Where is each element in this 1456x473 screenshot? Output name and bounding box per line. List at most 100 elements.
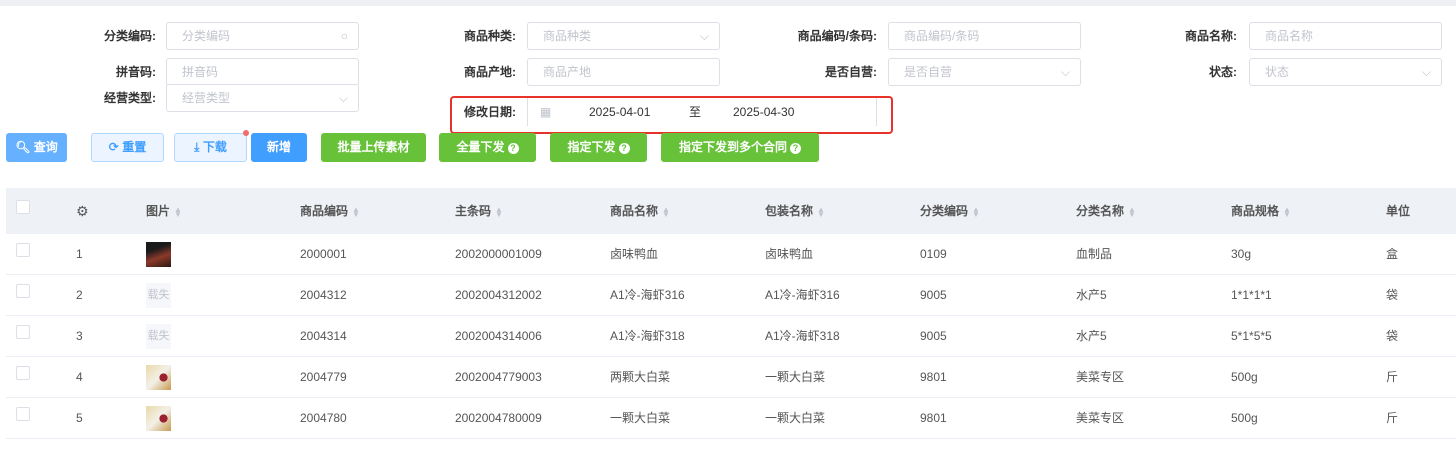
column-header[interactable]: 单位 [1386,201,1410,221]
filter-input[interactable]: 经营类型 ⌵ [166,84,359,112]
select-all-checkbox[interactable] [16,200,30,214]
filter-input[interactable]: 分类编码 ○ [166,22,359,50]
cell-name: 卤味鸭血 [610,247,659,261]
cell-spec: 1*1*1*1 [1231,288,1272,302]
filter-placeholder: 商品名称 [1265,29,1314,43]
assign-multi-label: 指定下发到多个合同 [678,140,787,154]
cell-catcode: 9005 [920,288,947,302]
row-checkbox[interactable] [16,366,30,380]
cell-catname: 美菜专区 [1076,411,1125,425]
column-title: 单位 [1386,204,1411,218]
sort-icon[interactable]: ▲ ▼ [495,205,503,218]
table-row[interactable]: 5 2004780 2002004780009 一颗大白菜 一颗大白菜 9801 美菜专区 5… [6,398,1456,439]
filter-placeholder: 分类编码 [182,29,231,43]
image-load-failed: 载失 [146,283,171,308]
table-row[interactable]: 2 载失 2004312 2002004312002 A1冷-海虾316 A1冷-海虾31… [6,275,1456,316]
column-title: 图片 [146,204,171,218]
sort-icon[interactable]: ▲ ▼ [817,205,825,218]
cell-code: 2004312 [300,288,347,302]
filter-label: 商品名称: [1185,29,1237,43]
column-header[interactable]: 商品编码 ▲ ▼ [300,201,360,221]
date-start[interactable]: 2025-04-01 [589,98,650,126]
filter-placeholder: 是否自营 [904,65,953,79]
filter-label: 商品种类: [464,29,516,43]
refresh-icon: ⟳ [108,140,119,154]
cell-spec: 500g [1231,411,1258,425]
filter-input[interactable]: 商品种类 ⌵ [527,22,720,50]
cell-name: 两颗大白菜 [610,370,671,384]
product-image[interactable] [146,406,171,431]
filter-label: 分类编码: [104,29,156,43]
product-image[interactable] [146,365,171,390]
column-header[interactable]: 包装名称 ▲ ▼ [765,201,825,221]
table-row[interactable]: 1 2000001 2002000001009 卤味鸭血 卤味鸭血 0109 血制品 30g 盒 [6,234,1456,275]
column-header[interactable]: 分类名称 ▲ ▼ [1076,201,1136,221]
column-title: 分类编码 [920,204,969,218]
filter-placeholder: 商品编码/条码 [904,29,980,43]
cell-catcode: 9801 [920,370,947,384]
sort-icon[interactable]: ▲ ▼ [1128,205,1136,218]
help-icon[interactable]: ? [618,143,630,154]
cell-catname: 水产5 [1076,329,1107,343]
date-label: 修改日期: [464,105,516,119]
query-button[interactable]: 🔍︎ 查询 [6,133,67,162]
assign-dispatch-button[interactable]: 指定下发? [550,133,647,162]
add-button[interactable]: 新增 [251,133,307,162]
sort-icon[interactable]: ▲ ▼ [1283,205,1291,218]
column-header[interactable]: 图片 ▲ ▼ [146,201,182,221]
table-header: ⚙ 图片 ▲ ▼ 商品编码 ▲ ▼ 主条码 ▲ ▼ 商品名称 ▲ ▼ 包装名称 ▲ ▼ 分类编码 ▲ ▼ 分类名称 ▲… [6,188,1456,234]
cell-barcode: 2002000001009 [455,247,542,261]
column-header[interactable]: 分类编码 ▲ ▼ [920,201,980,221]
chevron-down-icon: ⌵ [1060,65,1070,79]
filter-input[interactable]: 是否自营 ⌵ [888,58,1081,86]
filter-input[interactable]: 商品产地 [527,58,720,86]
assign-multi-contract-button[interactable]: 指定下发到多个合同? [661,133,819,162]
column-header[interactable]: 商品名称 ▲ ▼ [610,201,670,221]
chevron-down-icon: ⌵ [338,91,348,105]
filter-placeholder: 拼音码 [182,65,219,79]
cell-unit: 袋 [1386,329,1399,343]
filter-label: 商品产地: [464,65,516,79]
filter-input[interactable]: 商品编码/条码 [888,22,1081,50]
filter-placeholder: 商品产地 [543,65,592,79]
batch-upload-button[interactable]: 批量上传素材 [321,133,426,162]
full-dispatch-button[interactable]: 全量下发? [439,133,536,162]
filter-placeholder: 经营类型 [182,91,231,105]
table-row[interactable]: 4 2004779 2002004779003 两颗大白菜 一颗大白菜 9801 美菜专区 5… [6,357,1456,398]
gear-icon[interactable]: ⚙ [76,201,89,221]
filter-label: 商品编码/条码: [797,29,877,43]
sort-icon[interactable]: ▲ ▼ [662,205,670,218]
notification-dot [243,130,249,136]
help-icon[interactable]: ? [507,143,519,154]
sort-icon[interactable]: ▲ ▼ [174,205,182,218]
assign-dispatch-label: 指定下发 [567,140,616,154]
row-checkbox[interactable] [16,284,30,298]
date-range-picker[interactable]: ▦ 2025-04-01 至 2025-04-30 [527,98,877,126]
cell-barcode: 2002004312002 [455,288,542,302]
download-button[interactable]: ⤓ 下载 [174,130,249,162]
date-separator: 至 [689,105,702,119]
product-image[interactable] [146,242,171,267]
table-row[interactable]: 3 载失 2004314 2002004314006 A1冷-海虾318 A1冷-海虾31… [6,316,1456,357]
reset-label: 重置 [122,140,147,154]
cell-spec: 500g [1231,370,1258,384]
date-end[interactable]: 2025-04-30 [733,98,794,126]
column-header[interactable]: 主条码 ▲ ▼ [455,201,503,221]
sort-icon[interactable]: ▲ ▼ [972,205,980,218]
row-checkbox[interactable] [16,243,30,257]
cell-catcode: 0109 [920,247,947,261]
column-header[interactable]: 商品规格 ▲ ▼ [1231,201,1291,221]
filter-placeholder: 状态 [1265,65,1290,79]
download-icon: ⤓ [194,140,200,154]
filter-label: 状态: [1209,65,1237,79]
row-checkbox[interactable] [16,407,30,421]
reset-button[interactable]: ⟳ 重置 [91,133,164,162]
row-checkbox[interactable] [16,325,30,339]
cell-pack: A1冷-海虾318 [765,329,840,343]
filter-input[interactable]: 商品名称 [1249,22,1442,50]
sort-icon[interactable]: ▲ ▼ [352,205,360,218]
filter-input[interactable]: 拼音码 [166,58,359,86]
help-icon[interactable]: ? [790,143,801,154]
cell-catname: 血制品 [1076,247,1113,261]
filter-input[interactable]: 状态 ⌵ [1249,58,1442,86]
